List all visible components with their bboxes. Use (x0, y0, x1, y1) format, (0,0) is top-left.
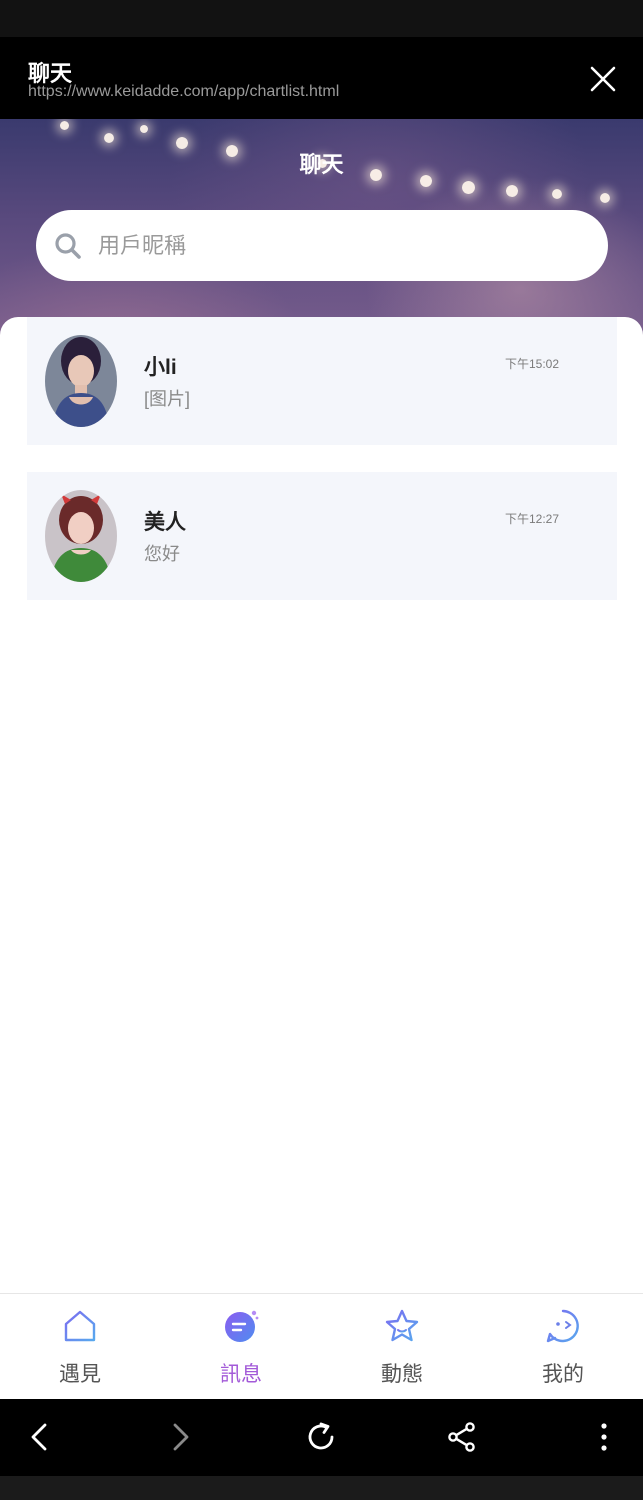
message-icon (225, 1310, 259, 1342)
search-input[interactable] (98, 228, 578, 264)
tab-encounter[interactable]: 遇見 (0, 1294, 160, 1400)
browser-url: https://www.keidadde.com/app/chartlist.h… (28, 83, 340, 100)
chat-last-message: 您好 (144, 544, 180, 564)
share-button[interactable] (442, 1417, 482, 1457)
avatar (45, 335, 117, 427)
chat-time: 下午15:02 (504, 357, 559, 371)
tab-label: 動態 (381, 1363, 423, 1386)
home-icon (64, 1310, 96, 1342)
reload-icon (308, 1422, 334, 1450)
more-icon (601, 1423, 607, 1451)
bokeh-light (506, 185, 518, 197)
tab-messages[interactable]: 訊息 (161, 1294, 321, 1400)
system-nav-strip (0, 1476, 643, 1500)
bokeh-light (462, 181, 475, 194)
forward-button[interactable] (160, 1417, 200, 1457)
bokeh-light (104, 133, 114, 143)
bokeh-light (552, 189, 562, 199)
close-icon (590, 66, 616, 92)
chat-item[interactable]: 小li [图片] 下午15:02 (27, 317, 617, 445)
header-banner: 聊天 (0, 119, 643, 349)
more-button[interactable] (584, 1417, 624, 1457)
bokeh-light (600, 193, 610, 203)
search-bar[interactable] (36, 210, 608, 281)
tab-profile[interactable]: 我的 (483, 1294, 643, 1400)
reload-button[interactable] (301, 1417, 341, 1457)
status-bar (0, 0, 643, 37)
tab-moments[interactable]: 動態 (322, 1294, 482, 1400)
chat-time: 下午12:27 (504, 512, 559, 526)
forward-icon (173, 1423, 189, 1451)
share-icon (448, 1422, 475, 1452)
chat-name: 小li (144, 356, 177, 379)
tab-label: 訊息 (220, 1363, 262, 1386)
avatar (45, 490, 117, 582)
chat-list: 小li [图片] 下午15:02 美人 您好 下午12:27 (0, 317, 643, 1293)
chat-last-message: [图片] (144, 389, 191, 409)
tab-label: 我的 (542, 1363, 584, 1386)
face-icon (546, 1309, 579, 1343)
bokeh-light (60, 121, 69, 130)
page-title: 聊天 (299, 152, 344, 177)
search-icon (55, 233, 81, 259)
back-button[interactable] (20, 1417, 60, 1457)
browser-toolbar (0, 1399, 643, 1476)
browser-header: 聊天 https://www.keidadde.com/app/chartlis… (0, 37, 643, 119)
tab-bar: 遇見 訊息 動態 我的 (0, 1293, 643, 1399)
star-icon (385, 1309, 419, 1342)
close-button[interactable] (585, 61, 621, 97)
chat-name: 美人 (144, 511, 186, 534)
back-icon (31, 1423, 47, 1451)
bokeh-light (140, 125, 148, 133)
chat-item[interactable]: 美人 您好 下午12:27 (27, 472, 617, 600)
tab-label: 遇見 (59, 1363, 101, 1386)
